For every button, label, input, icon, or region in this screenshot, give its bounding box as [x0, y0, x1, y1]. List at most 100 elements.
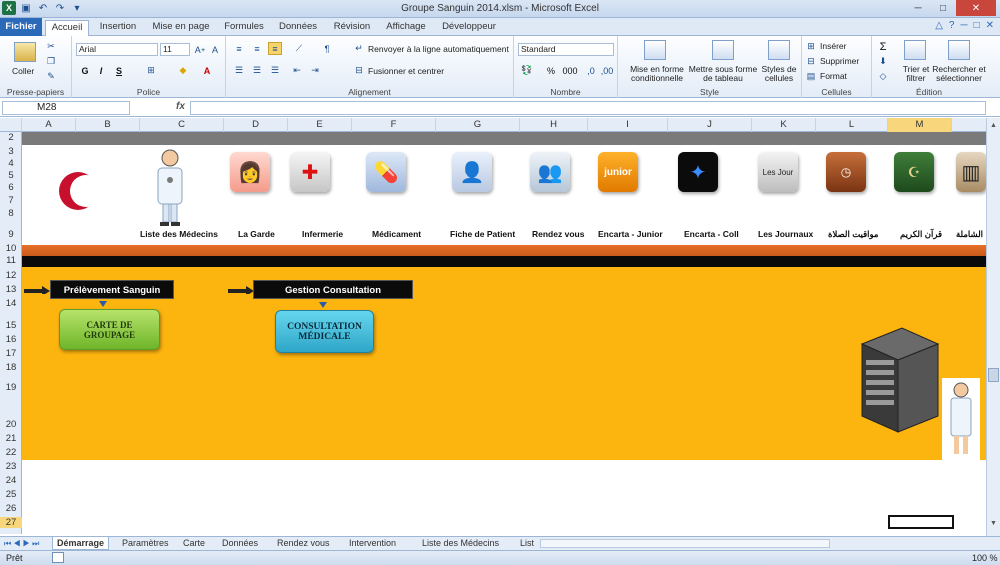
column-header[interactable]: G [436, 118, 520, 132]
carte-groupage-button[interactable]: CARTE DE GROUPAGE [59, 309, 160, 350]
row-header[interactable]: 21 [0, 433, 22, 444]
icon-label[interactable]: Médicament [372, 229, 421, 239]
newspaper-icon[interactable]: Les Jour [758, 152, 798, 192]
align-top-icon[interactable]: ≡ [232, 42, 246, 55]
tab-insert[interactable]: Insertion [96, 20, 140, 36]
consultation-medicale-button[interactable]: CONSULTATION MÉDICALE [275, 310, 374, 353]
sheet-tab[interactable]: Paramètres [122, 537, 169, 550]
align-center-icon[interactable]: ☰ [250, 64, 264, 77]
sheet-tab[interactable]: Données [222, 537, 258, 550]
select-all-button[interactable] [0, 118, 22, 132]
workbook-close-icon[interactable]: ✕ [986, 20, 994, 31]
row-header[interactable]: 5 [0, 170, 22, 181]
row-header[interactable]: 7 [0, 195, 22, 206]
bold-button[interactable]: G [78, 64, 92, 77]
column-header[interactable]: K [752, 118, 816, 132]
icon-label[interactable]: Les Journaux [758, 229, 813, 239]
clear-icon[interactable]: ◇ [876, 70, 890, 83]
tab-nav-icon[interactable]: ⏮ ◀ ▶ ⏭ [4, 537, 39, 550]
autosum-button[interactable]: Σ [876, 40, 890, 53]
sort-filter-button[interactable]: Trier et filtrer [898, 65, 934, 83]
tab-formulas[interactable]: Formules [222, 20, 266, 36]
icon-label[interactable]: الشاملة [956, 229, 983, 240]
tab-data[interactable]: Données [276, 20, 320, 36]
grow-font-icon[interactable]: A + [193, 43, 207, 56]
row-header[interactable]: 14 [0, 298, 22, 309]
format-painter-icon[interactable]: ✎ [44, 70, 58, 83]
minimize-icon[interactable]: ─ [906, 0, 930, 16]
sheet-tab[interactable]: Rendez vous [277, 537, 330, 550]
decrease-indent-icon[interactable]: ⇤ [290, 64, 304, 77]
tab-view[interactable]: Affichage [384, 20, 428, 36]
row-header[interactable]: 18 [0, 362, 22, 373]
column-header[interactable]: I [588, 118, 668, 132]
column-header[interactable]: E [288, 118, 352, 132]
column-header-selected[interactable]: M [888, 118, 952, 132]
decrease-decimal-icon[interactable]: ,00 [600, 64, 614, 77]
column-header[interactable]: B [76, 118, 140, 132]
copy-icon[interactable]: ❐ [44, 55, 58, 68]
insert-button[interactable]: Insérer [820, 41, 846, 51]
workbook-minimize-icon[interactable]: ─ [960, 20, 967, 31]
format-button[interactable]: Format [820, 71, 847, 81]
library-icon[interactable]: ▥ [956, 152, 986, 192]
icon-label[interactable]: Rendez vous [532, 229, 584, 239]
row-header[interactable]: 24 [0, 475, 22, 486]
format-cells-icon[interactable]: ▤ [804, 70, 818, 83]
tab-developer[interactable]: Développeur [440, 20, 498, 36]
row-header[interactable]: 23 [0, 461, 22, 472]
increase-decimal-icon[interactable]: ,0 [584, 64, 598, 77]
icon-label[interactable]: Liste des Médecins [140, 229, 218, 239]
column-header[interactable]: L [816, 118, 888, 132]
sheet-tab[interactable]: Carte [183, 537, 205, 550]
font-color-icon[interactable]: A [200, 64, 214, 77]
italic-button[interactable]: I [94, 64, 108, 77]
row-header[interactable]: 4 [0, 158, 22, 169]
orientation-icon[interactable]: ⟋ [292, 42, 306, 55]
tab-home[interactable]: Accueil [45, 20, 89, 37]
column-header[interactable]: J [668, 118, 752, 132]
icon-label[interactable]: La Garde [238, 229, 275, 239]
icon-label[interactable]: Encarta - Coll [684, 229, 739, 239]
medicine-icon[interactable]: 💊 [366, 152, 406, 192]
encarta-icon[interactable]: ✦ [678, 152, 718, 192]
workbook-restore-icon[interactable]: □ [974, 20, 980, 31]
find-select-button[interactable]: Rechercher et sélectionner [932, 65, 986, 83]
scroll-up-icon[interactable]: ▲ [988, 122, 999, 132]
row-header[interactable]: 25 [0, 489, 22, 500]
row-header[interactable]: 19 [0, 382, 22, 393]
formula-input[interactable] [190, 101, 986, 115]
thousands-button[interactable]: 000 [560, 64, 580, 77]
maximize-icon[interactable]: □ [931, 0, 955, 16]
sheet-tab[interactable]: Liste des Médecins [422, 537, 499, 550]
number-format-select[interactable]: Standard [518, 43, 614, 56]
row-header[interactable]: 10 [0, 243, 22, 254]
insert-cells-icon[interactable]: ⊞ [804, 40, 818, 53]
row-header[interactable]: 12 [0, 270, 22, 281]
merge-center-button[interactable]: Fusionner et centrer [368, 66, 444, 76]
wrap-text-button[interactable]: Renvoyer à la ligne automatiquement [368, 44, 509, 54]
cell-styles-icon[interactable] [768, 40, 790, 60]
underline-button[interactable]: S [112, 64, 126, 77]
name-box[interactable]: M28 [2, 101, 130, 115]
text-direction-icon[interactable]: ¶ [320, 42, 334, 55]
cell-styles-button[interactable]: Styles de cellules [758, 65, 800, 83]
delete-button[interactable]: Supprimer [820, 56, 859, 66]
percent-button[interactable]: % [544, 64, 558, 77]
merge-icon[interactable]: ⊟ [352, 64, 366, 77]
tab-page-layout[interactable]: Mise en page [150, 20, 212, 36]
font-name-select[interactable]: Arial [76, 43, 158, 56]
find-select-icon[interactable] [948, 40, 970, 60]
row-header[interactable]: 6 [0, 182, 22, 193]
align-bottom-icon[interactable]: ≡ [268, 42, 282, 55]
icon-label[interactable]: مواقيت الصلاة [828, 229, 879, 240]
vertical-scrollbar[interactable]: ▲ ▼ [986, 118, 1000, 536]
tab-review[interactable]: Révision [330, 20, 374, 36]
encarta-junior-icon[interactable]: junior [598, 152, 638, 192]
fill-icon[interactable]: ⬇ [876, 55, 890, 68]
borders-icon[interactable]: ⊞ [144, 64, 158, 77]
row-header[interactable]: 9 [0, 229, 22, 240]
icon-label[interactable]: Infermerie [302, 229, 343, 239]
first-aid-icon[interactable]: ✚ [290, 152, 330, 192]
meeting-icon[interactable]: 👥 [530, 152, 570, 192]
